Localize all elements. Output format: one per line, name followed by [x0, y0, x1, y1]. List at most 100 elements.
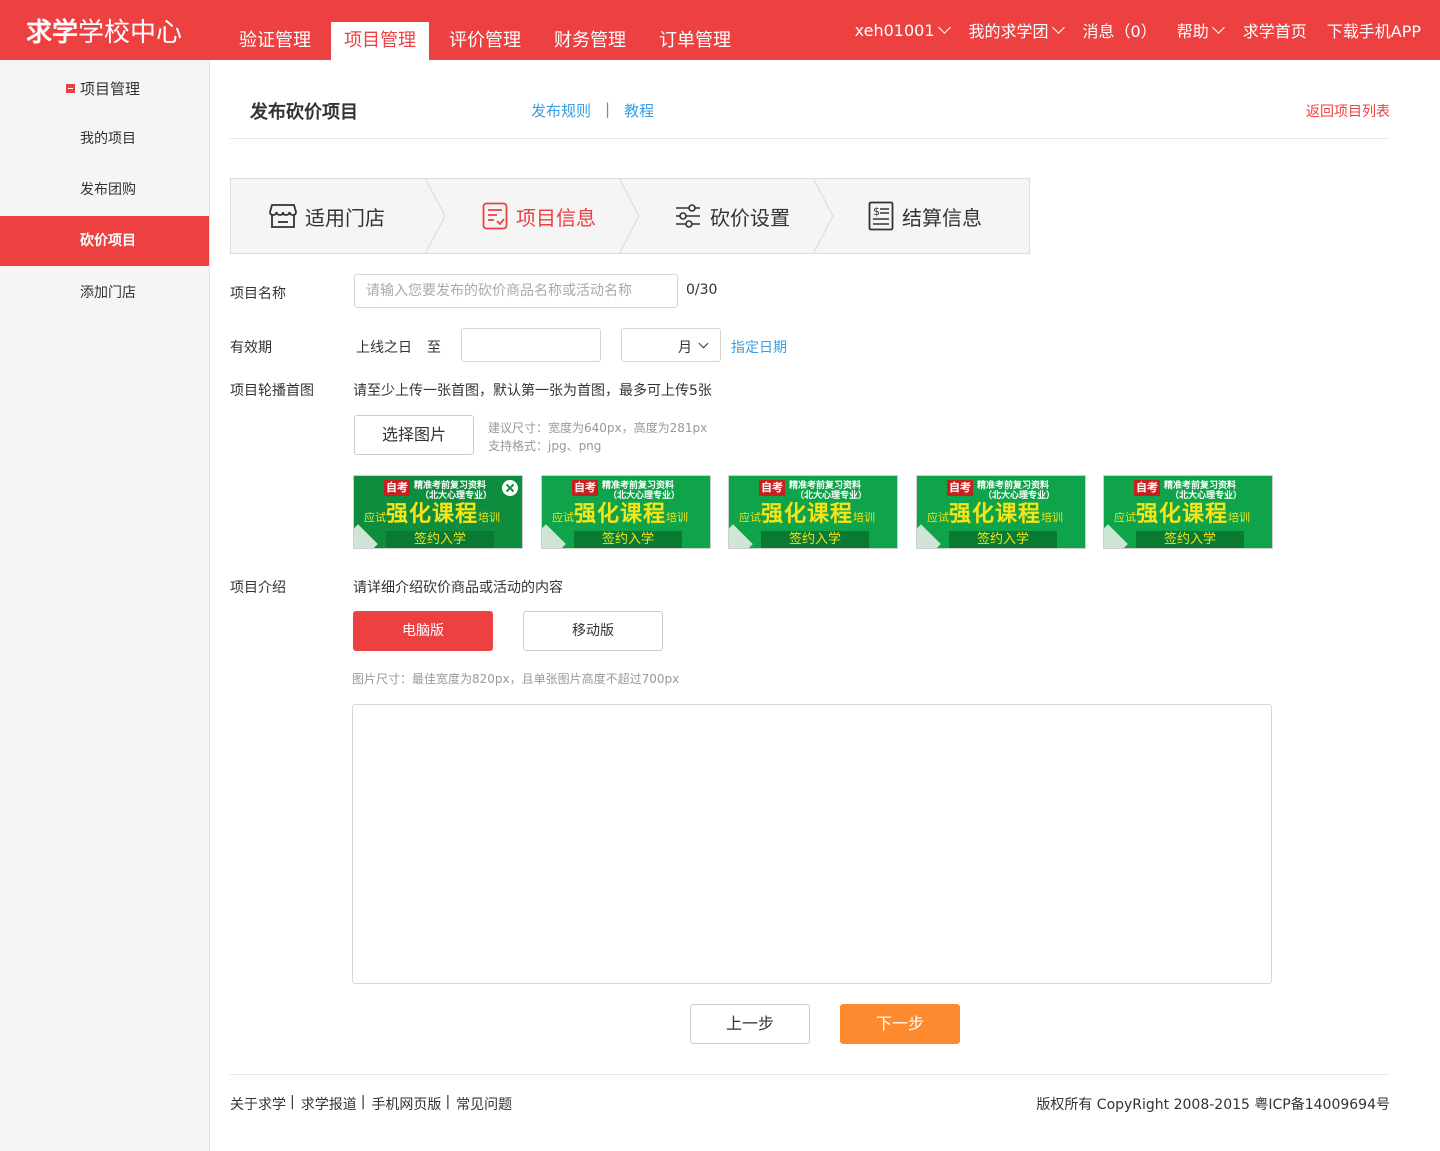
carousel-image-5[interactable]: 自考 精准考前复习资料 （北大心理专业） 应试强化课程培训 签约入学 — [1103, 475, 1273, 549]
validity-unit-select[interactable]: 月 — [621, 328, 721, 362]
thumb-tag: 自考 — [572, 480, 598, 496]
nav-finance[interactable]: 财务管理 — [541, 22, 639, 60]
thumb-suffix: 培训 — [478, 511, 501, 524]
step-arrow — [618, 178, 640, 254]
carousel-image-2[interactable]: 自考 精准考前复习资料 （北大心理专业） 应试强化课程培训 签约入学 — [541, 475, 711, 549]
nav-reviews[interactable]: 评价管理 — [436, 22, 534, 60]
intro-desc: 请详细介绍砍价商品或活动的内容 — [353, 580, 563, 596]
my-group-label: 我的求学团 — [968, 22, 1049, 41]
tutorial-link[interactable]: 教程 — [624, 100, 654, 121]
step-info-label: 项目信息 — [516, 205, 596, 230]
step-bargain-settings[interactable]: 砍价设置 — [674, 179, 790, 253]
thumb-main: 应试强化课程培训 — [552, 496, 688, 528]
rules-link[interactable]: 发布规则 — [531, 100, 591, 121]
thumb-tag: 自考 — [1134, 480, 1160, 496]
thumb-big: 强化课程 — [1136, 502, 1229, 527]
thumb-main: 应试强化课程培训 — [927, 496, 1063, 528]
carousel-image-3[interactable]: 自考 精准考前复习资料 （北大心理专业） 应试强化课程培训 签约入学 — [728, 475, 898, 549]
thumb-suffix: 培训 — [1228, 511, 1251, 524]
step-store-label: 适用门店 — [305, 205, 385, 230]
sliders-icon — [676, 204, 700, 228]
image-size-hint: 图片尺寸：最佳宽度为820px，且单张图片高度不超过700px — [352, 672, 680, 686]
thumb-bar: 签约入学 — [949, 531, 1057, 548]
step-arrow — [812, 178, 834, 254]
copyright: 版权所有 CopyRight 2008-2015 粤ICP备14009694号 — [1036, 1097, 1390, 1113]
sidebar-item-group-buy[interactable]: 发布团购 — [0, 165, 209, 215]
footer-mobile-web[interactable]: 手机网页版 — [371, 1094, 441, 1114]
thumb-prefix: 应试 — [364, 511, 386, 524]
help-menu[interactable]: 帮助 — [1176, 18, 1225, 42]
step-bar: 适用门店 项目信息 砍价设置 $ 结算信息 — [230, 178, 1030, 254]
thumb-tag: 自考 — [947, 480, 973, 496]
thumb-big: 强化课程 — [761, 502, 854, 527]
project-name-input[interactable] — [354, 274, 678, 308]
sidebar: 项目管理 我的项目 发布团购 砍价项目 添加门店 — [0, 60, 210, 1151]
step-arrow — [424, 178, 446, 254]
step-settlement[interactable]: $ 结算信息 — [868, 179, 982, 253]
mobile-version-button[interactable]: 移动版 — [523, 611, 663, 651]
validity-label: 有效期 — [230, 340, 272, 356]
name-label: 项目名称 — [230, 286, 286, 302]
nav-orders[interactable]: 订单管理 — [646, 22, 744, 60]
home-link[interactable]: 求学首页 — [1243, 18, 1307, 42]
thumb-bar: 签约入学 — [574, 531, 682, 548]
chevron-down-icon — [698, 338, 709, 349]
validity-amount-input[interactable] — [461, 328, 601, 362]
store-icon — [269, 204, 297, 228]
pc-version-button[interactable]: 电脑版 — [353, 611, 493, 651]
download-app-link[interactable]: 下载手机APP — [1327, 18, 1421, 42]
svg-text:$: $ — [873, 205, 880, 218]
specify-date-link[interactable]: 指定日期 — [731, 337, 787, 357]
sidebar-heading[interactable]: 项目管理 — [66, 78, 140, 99]
logo-bold-text: 求学 — [26, 18, 79, 48]
thumb-prefix: 应试 — [552, 511, 574, 524]
sidebar-item-my-projects[interactable]: 我的项目 — [0, 114, 209, 164]
back-to-list-link[interactable]: 返回项目列表 — [1306, 101, 1390, 121]
carousel-label: 项目轮播首图 — [230, 383, 314, 399]
format-hint: 支持格式：jpg、png — [488, 439, 602, 453]
messages-link[interactable]: 消息（0） — [1083, 18, 1157, 42]
step-store[interactable]: 适用门店 — [269, 179, 385, 253]
page-title: 发布砍价项目 — [250, 102, 358, 123]
my-group-menu[interactable]: 我的求学团 — [968, 18, 1065, 42]
footer-sep: | — [445, 1094, 451, 1110]
nav-verify[interactable]: 验证管理 — [226, 22, 324, 60]
step-bargain-settings-label: 砍价设置 — [710, 205, 790, 230]
footer-divider — [230, 1074, 1390, 1075]
footer-sep: | — [360, 1094, 366, 1110]
validity-from: 上线之日 — [356, 340, 412, 356]
choose-image-button[interactable]: 选择图片 — [354, 415, 474, 455]
footer-news[interactable]: 求学报道 — [301, 1094, 357, 1114]
help-label: 帮助 — [1176, 22, 1209, 41]
step-settlement-label: 结算信息 — [902, 205, 982, 230]
thumb-big: 强化课程 — [386, 502, 479, 527]
prev-step-button[interactable]: 上一步 — [690, 1004, 810, 1044]
top-links: xeh01001 我的求学团 消息（0） 帮助 求学首页 下载手机APP — [835, 18, 1421, 42]
thumb-main: 应试强化课程培训 — [364, 496, 500, 528]
intro-label: 项目介绍 — [230, 580, 286, 596]
close-icon[interactable] — [502, 480, 518, 496]
link-separator: | — [605, 100, 611, 118]
thumb-big: 强化课程 — [574, 502, 667, 527]
info-icon — [482, 202, 508, 230]
chevron-down-icon — [1051, 21, 1065, 34]
collapse-icon — [66, 84, 75, 93]
thumb-bar: 签约入学 — [1136, 531, 1244, 548]
top-header: 求学学校中心 验证管理 项目管理 评价管理 财务管理 订单管理 xeh01001… — [0, 0, 1440, 60]
main-nav: 验证管理 项目管理 评价管理 财务管理 订单管理 — [226, 22, 751, 60]
sidebar-item-add-store[interactable]: 添加门店 — [0, 268, 209, 318]
nav-projects[interactable]: 项目管理 — [331, 22, 429, 60]
carousel-image-4[interactable]: 自考 精准考前复习资料 （北大心理专业） 应试强化课程培训 签约入学 — [916, 475, 1086, 549]
sidebar-item-bargain[interactable]: 砍价项目 — [0, 216, 209, 266]
name-char-counter: 0/30 — [686, 282, 718, 298]
footer-faq[interactable]: 常见问题 — [456, 1094, 512, 1114]
validity-to: 至 — [427, 340, 441, 356]
user-menu[interactable]: xeh01001 — [855, 18, 951, 42]
carousel-image-1[interactable]: 自考 精准考前复习资料 （北大心理专业） 应试强化课程培训 签约入学 — [353, 475, 523, 549]
step-info[interactable]: 项目信息 — [482, 179, 596, 253]
next-step-button[interactable]: 下一步 — [840, 1004, 960, 1044]
footer-about[interactable]: 关于求学 — [230, 1094, 286, 1114]
intro-editor[interactable] — [352, 704, 1272, 984]
logo[interactable]: 求学学校中心 — [26, 12, 182, 49]
thumb-prefix: 应试 — [927, 511, 949, 524]
